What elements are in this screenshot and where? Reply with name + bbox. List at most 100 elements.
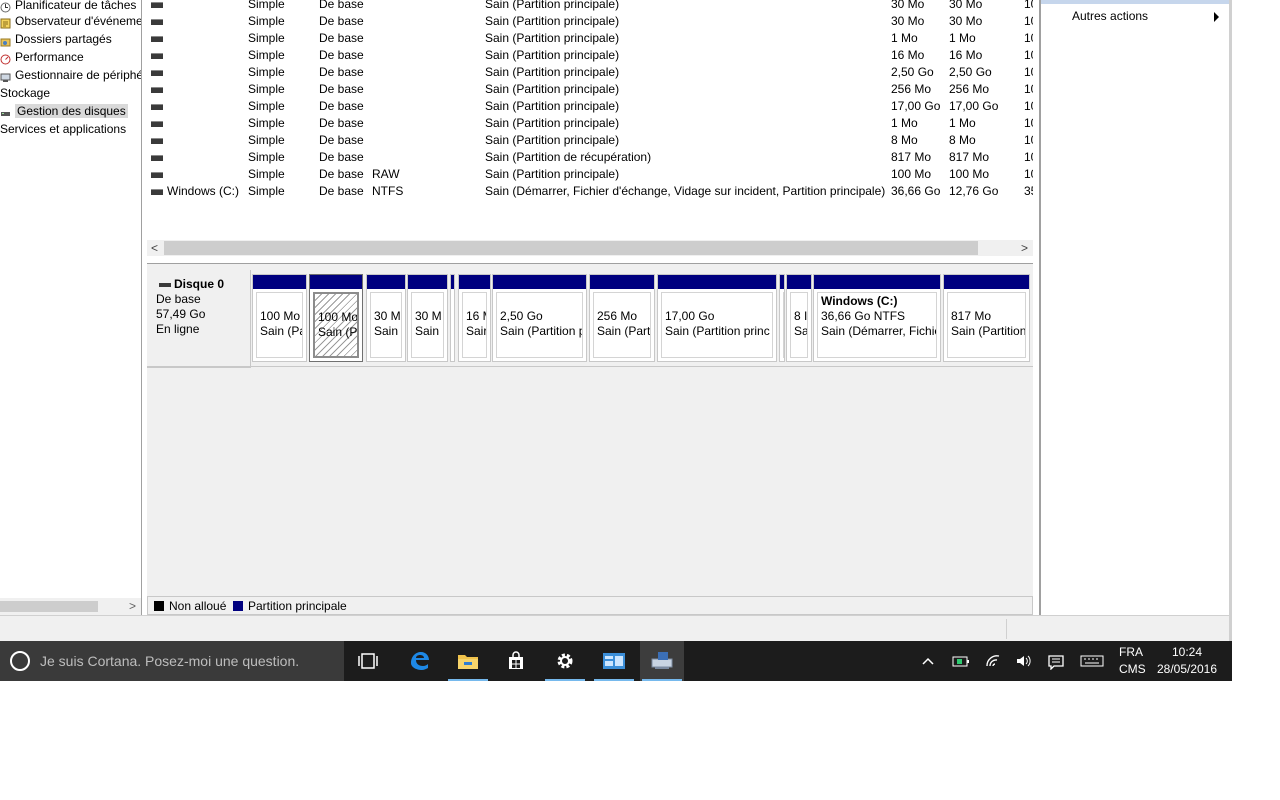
table-row[interactable]: Simple De base Sain (Partition de récupéra…	[147, 149, 1033, 166]
action-center-icon[interactable]	[1047, 654, 1065, 670]
cell-capacity: 36,66 Go	[891, 184, 941, 198]
settings-button[interactable]	[543, 641, 587, 681]
partition-block[interactable]: 817 Mo Sain (Partition	[943, 274, 1030, 362]
cell-layout: Simple	[248, 99, 285, 113]
tree-item-shared-folders[interactable]: Dossiers partagés	[0, 30, 112, 48]
cell-status: Sain (Partition de récupération)	[485, 150, 652, 164]
partition-status: Sain (Pa	[318, 325, 358, 339]
table-row[interactable]: Simple De base Sain (Partition principale)…	[147, 115, 1033, 132]
cell-free: 12,76 Go	[949, 184, 999, 198]
disk-name: Disque 0	[174, 277, 225, 291]
computer-management-button[interactable]	[640, 641, 684, 681]
tree-item-label: Dossiers partagés	[15, 32, 112, 46]
tree-item-services-applications[interactable]: Services et applications	[0, 120, 126, 138]
cell-pct: 10	[1024, 31, 1033, 45]
cell-pct: 10	[1024, 82, 1033, 96]
partition-block[interactable]: 256 Mo Sain (Parti	[589, 274, 655, 362]
partition-block[interactable]	[779, 274, 785, 362]
show-hidden-icons-icon[interactable]	[921, 654, 935, 668]
more-actions-item[interactable]: Autres actions	[1072, 9, 1148, 23]
battery-icon[interactable]	[952, 654, 970, 668]
edge-button[interactable]	[396, 641, 440, 681]
partition-block[interactable]	[450, 274, 455, 362]
volume-list-horizontal-scrollbar[interactable]: < >	[147, 240, 1033, 256]
table-row[interactable]: Simple De base Sain (Partition principale)…	[147, 64, 1033, 81]
computer-management-icon	[651, 652, 673, 669]
scroll-left-icon[interactable]: <	[151, 240, 158, 256]
table-row[interactable]: Simple De base Sain (Partition principale)…	[147, 98, 1033, 115]
table-row[interactable]: Windows (C:) Simple De base NTFS Sain (Démar…	[147, 183, 1033, 200]
store-button[interactable]	[494, 641, 538, 681]
partition-block[interactable]: 2,50 Go Sain (Partition p	[492, 274, 587, 362]
cell-volume: Windows (C:)	[167, 184, 240, 198]
cortana-placeholder[interactable]: Je suis Cortana. Posez-moi une question.	[40, 653, 299, 669]
input-language[interactable]: FRA CMS	[1119, 645, 1146, 676]
partition-block[interactable]: 100 MoSain (Pa	[309, 274, 363, 362]
tree-item-disk-management[interactable]: Gestion des disques	[0, 102, 128, 120]
cell-type: De base	[319, 167, 364, 181]
partition-block[interactable]: 30 M Sain	[366, 274, 406, 362]
tree-item-label: Services et applications	[0, 122, 127, 136]
cell-pct: 10	[1024, 0, 1033, 11]
keyboard-icon[interactable]	[1080, 654, 1104, 668]
partition-status: Sain	[415, 324, 440, 338]
table-row[interactable]: Simple De base Sain (Partition principale)…	[147, 30, 1033, 47]
scrollbar-thumb[interactable]	[0, 601, 98, 612]
table-row[interactable]: Simple De base Sain (Partition principale)…	[147, 0, 1033, 13]
partition-block[interactable]: 8 I Sa	[786, 274, 812, 362]
partition-block[interactable]: 17,00 Go Sain (Partition princ	[657, 274, 777, 362]
partition-block[interactable]: 30 M Sain	[407, 274, 448, 362]
partition-size: 30 M	[415, 309, 442, 323]
cell-pct: 10	[1024, 48, 1033, 62]
tree-item-storage[interactable]: Stockage	[0, 84, 50, 102]
tree-item-performance[interactable]: Performance	[0, 48, 84, 66]
partition-block[interactable]: 100 MoSain (Pa	[252, 274, 307, 362]
cell-layout: Simple	[248, 31, 285, 45]
disk-0-label[interactable]: Disque 0 De base 57,49 Go En ligne	[147, 270, 251, 368]
partition-size: 36,66 Go NTFS	[821, 309, 906, 323]
cell-capacity: 30 Mo	[891, 0, 925, 11]
tree-item-event-viewer[interactable]: Observateur d'événements	[0, 12, 141, 30]
store-icon	[509, 651, 523, 669]
partition-type-bar	[451, 275, 454, 289]
partition-content: Windows (C:) 36,66 Go NTFS Sain (Démarrer,…	[817, 292, 937, 358]
control-panel-icon	[603, 653, 625, 669]
wifi-icon[interactable]	[985, 654, 1001, 668]
clock[interactable]: 10:24 28/05/2016	[1156, 645, 1218, 676]
partition-size: 256 Mo	[597, 309, 638, 323]
scroll-right-icon[interactable]: >	[1021, 240, 1028, 256]
cell-layout: Simple	[248, 0, 285, 11]
file-explorer-button[interactable]	[446, 641, 490, 681]
partition-size: 8 I	[794, 309, 808, 323]
cell-free: 2,50 Go	[949, 65, 992, 79]
volume-icon	[151, 70, 163, 76]
partition-block[interactable]: 16 MSair	[458, 274, 491, 362]
scrollbar-thumb[interactable]	[164, 241, 978, 255]
cortana-icon[interactable]	[10, 651, 30, 671]
partition-content: 30 M Sain	[411, 292, 444, 358]
table-row[interactable]: Simple De base Sain (Partition principale)…	[147, 13, 1033, 30]
partition-content: 817 Mo Sain (Partition	[947, 292, 1026, 358]
tree-item-device-manager[interactable]: Gestionnaire de périphériques	[0, 66, 141, 84]
cell-pct: 35	[1024, 184, 1033, 198]
cell-free: 100 Mo	[949, 167, 990, 181]
edge-icon	[411, 652, 429, 670]
partition-type-bar	[367, 275, 405, 289]
task-view-button[interactable]	[346, 641, 390, 681]
volume-icon	[151, 155, 163, 161]
volume-icon[interactable]	[1015, 654, 1033, 668]
tree-horizontal-scrollbar[interactable]: >	[0, 598, 141, 615]
table-row[interactable]: Simple De base RAW Sain (Partition principa…	[147, 166, 1033, 183]
table-row[interactable]: Simple De base Sain (Partition principale)…	[147, 47, 1033, 64]
volume-list: Simple De base Sain (Partition principale)…	[147, 0, 1033, 240]
disk-type: De base	[156, 292, 201, 306]
partition-status: Sain (Démarrer, Fichie	[821, 324, 937, 338]
partition-block[interactable]: Windows (C:) 36,66 Go NTFS Sain (Démarrer,…	[813, 274, 941, 362]
scroll-right-icon[interactable]: >	[129, 598, 136, 615]
cell-layout: Simple	[248, 82, 285, 96]
table-row[interactable]: Simple De base Sain (Partition principale)…	[147, 81, 1033, 98]
partition-status: Sain	[374, 324, 399, 338]
table-row[interactable]: Simple De base Sain (Partition principale)…	[147, 132, 1033, 149]
cell-status: Sain (Partition principale)	[485, 99, 620, 113]
control-panel-button[interactable]	[592, 641, 636, 681]
